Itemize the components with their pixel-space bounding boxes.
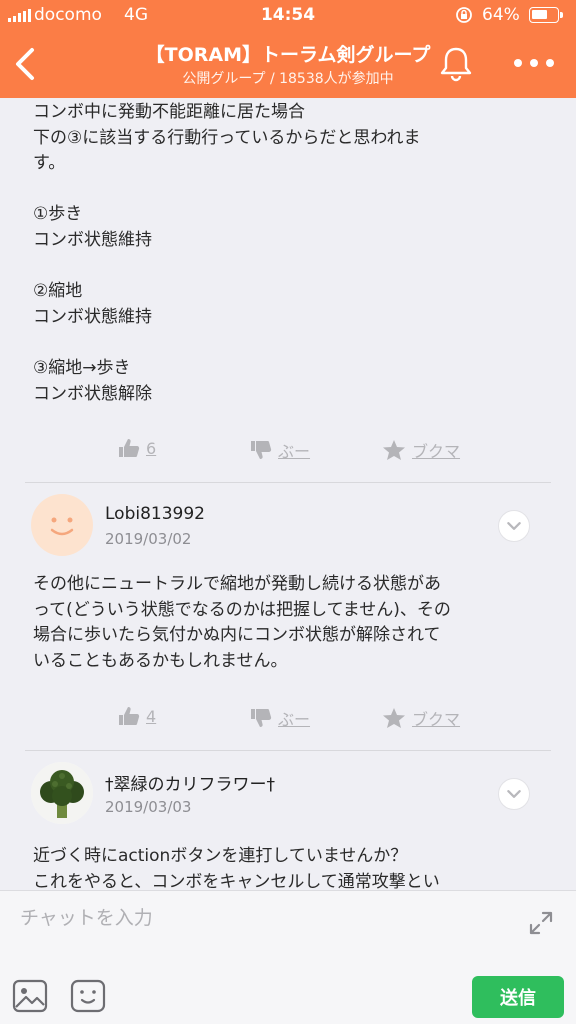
post-date: 2019/03/03 bbox=[105, 798, 192, 816]
bookmark-button[interactable]: ブクマ bbox=[382, 706, 460, 730]
post-actions: 4 ぶー ブクマ bbox=[0, 706, 576, 736]
star-icon bbox=[383, 708, 405, 728]
chat-input[interactable] bbox=[20, 903, 500, 933]
more-icon[interactable] bbox=[514, 56, 554, 70]
bookmark-label: ブクマ bbox=[412, 442, 461, 461]
group-title: 【TORAM】トーラム剣グループ bbox=[145, 44, 431, 66]
post-text: コンボ中に発動不能距離に居た場合 下の③に該当する行動行っているからだと思われま… bbox=[33, 102, 421, 404]
avatar[interactable] bbox=[31, 494, 93, 556]
broccoli-image bbox=[31, 762, 93, 824]
like-button[interactable]: 4 bbox=[118, 706, 156, 726]
battery-percent: 64% bbox=[482, 5, 520, 25]
post-actions: 6 ぶー ブクマ bbox=[0, 438, 576, 468]
battery-icon bbox=[529, 7, 563, 23]
rotation-lock-icon bbox=[456, 7, 472, 23]
boo-label: ぶー bbox=[278, 442, 311, 461]
thumbs-down-icon bbox=[251, 709, 272, 727]
chat-thread[interactable]: コンボ中に発動不能距離に居た場合 下の③に該当する行動行っているからだと思われま… bbox=[0, 98, 576, 890]
send-button[interactable]: 送信 bbox=[472, 976, 564, 1018]
chevron-down-icon[interactable] bbox=[498, 778, 530, 810]
like-count: 6 bbox=[146, 438, 157, 458]
like-count: 4 bbox=[146, 706, 157, 726]
post-divider bbox=[25, 482, 551, 483]
thumbs-up-icon bbox=[119, 439, 140, 457]
avatar[interactable] bbox=[31, 762, 93, 824]
boo-button[interactable]: ぶー bbox=[250, 438, 310, 462]
thumbs-up-icon bbox=[119, 707, 140, 725]
status-bar: docomo 4G 14:54 64% bbox=[0, 0, 576, 32]
stamp-icon[interactable] bbox=[70, 979, 106, 1013]
post-divider bbox=[25, 750, 551, 751]
star-icon bbox=[383, 440, 405, 460]
post-text: その他にニュートラルで縮地が発動し続ける状態があ って(どういう状態でなるのかは… bbox=[33, 574, 451, 671]
chevron-down-icon[interactable] bbox=[498, 510, 530, 542]
bell-icon[interactable] bbox=[438, 44, 474, 82]
thumbs-down-icon bbox=[251, 441, 272, 459]
boo-label: ぶー bbox=[278, 710, 311, 729]
chat-composer: 送信 bbox=[0, 890, 576, 1024]
post-text: 近づく時にactionボタンを連打していませんか？ これをやると、コンボをキャン… bbox=[33, 846, 440, 890]
expand-icon[interactable] bbox=[527, 909, 555, 937]
app-header: docomo 4G 14:54 64% 【TORAM】トーラム剣グループ 公開グ… bbox=[0, 0, 576, 98]
smile-face-icon bbox=[50, 517, 74, 536]
image-icon[interactable] bbox=[12, 979, 48, 1013]
bookmark-button[interactable]: ブクマ bbox=[382, 438, 460, 462]
author-name[interactable]: †翠緑のカリフラワー† bbox=[105, 770, 275, 795]
author-name[interactable]: Lobi813992 bbox=[105, 504, 205, 524]
boo-button[interactable]: ぶー bbox=[250, 706, 310, 730]
post-date: 2019/03/02 bbox=[105, 530, 192, 548]
like-button[interactable]: 6 bbox=[118, 438, 156, 458]
back-arrow-icon[interactable] bbox=[8, 44, 44, 84]
group-subtitle: 公開グループ / 18538人が参加中 bbox=[182, 71, 394, 87]
bookmark-label: ブクマ bbox=[412, 710, 461, 729]
